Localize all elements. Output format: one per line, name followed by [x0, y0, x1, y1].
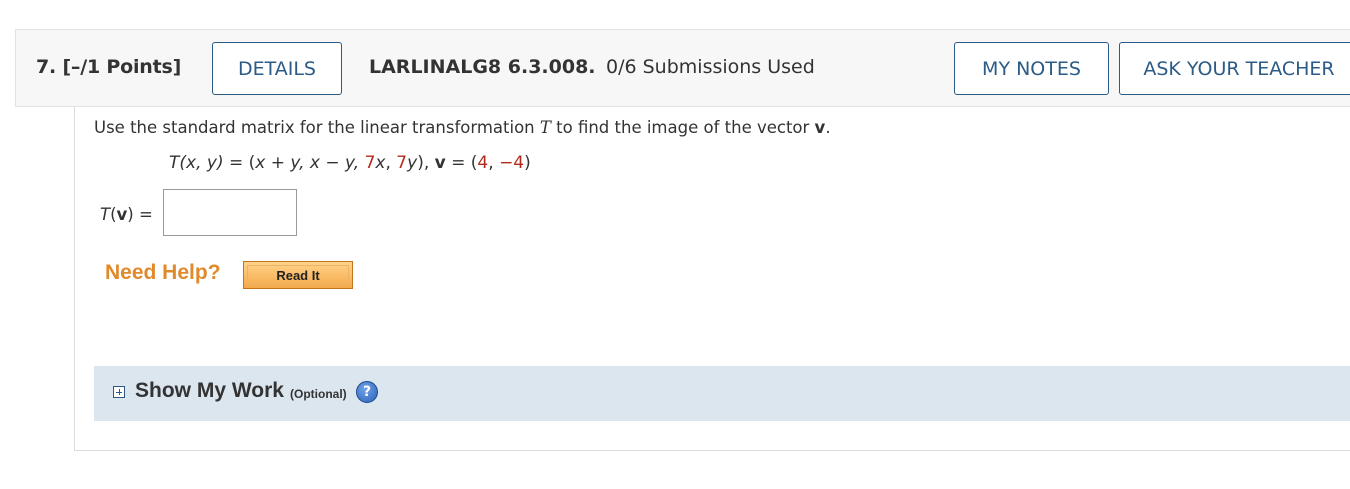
show-my-work-panel: Show My Work (Optional) ?	[94, 366, 1350, 421]
formula-v1: 4	[477, 153, 489, 173]
formula-part1: x + y, x − y,	[255, 153, 365, 173]
answer-label-v: v	[116, 205, 128, 224]
question-number: 7. [–/1 Points]	[36, 56, 182, 78]
expand-plus-icon[interactable]	[113, 386, 125, 398]
question-prompt: Use the standard matrix for the linear t…	[94, 118, 831, 137]
formula-v-equals: = (	[445, 153, 478, 173]
answer-input[interactable]	[163, 189, 297, 236]
answer-label-equals: =	[133, 205, 153, 224]
question-header: 7. [–/1 Points] DETAILS LARLINALG8 6.3.0…	[15, 29, 1350, 107]
read-it-button[interactable]: Read It	[243, 261, 353, 289]
need-help-label: Need Help?	[105, 261, 221, 284]
prompt-end: .	[825, 118, 831, 137]
formula-var2: y	[407, 153, 418, 173]
prompt-v: v	[814, 118, 826, 137]
prompt-T: T	[539, 118, 551, 137]
formula-close: ),	[417, 153, 435, 173]
answer-label-T: T	[100, 205, 111, 224]
formula-v-close: )	[524, 153, 531, 173]
transformation-formula: T(x, y) = (x + y, x − y, 7x, 7y), v = (4…	[169, 153, 531, 173]
formula-equals: = (	[223, 153, 256, 173]
details-button[interactable]: DETAILS	[212, 42, 342, 95]
prompt-text-2: to find the image of the vector	[550, 118, 815, 137]
formula-v2: −4	[499, 153, 525, 173]
formula-coef2: 7	[396, 153, 408, 173]
formula-v: v	[434, 153, 446, 173]
question-body: Use the standard matrix for the linear t…	[74, 107, 1350, 451]
formula-lhs: T(x, y)	[169, 153, 224, 173]
show-my-work-optional: (Optional)	[290, 387, 347, 401]
help-question-icon[interactable]: ?	[356, 381, 378, 403]
question-code: LARLINALG8 6.3.008.	[369, 56, 596, 78]
answer-label: T(v) =	[100, 205, 153, 224]
formula-coef1: 7	[364, 153, 376, 173]
formula-v-sep: ,	[488, 153, 500, 173]
formula-sep: ,	[385, 153, 397, 173]
my-notes-button[interactable]: MY NOTES	[954, 42, 1109, 95]
prompt-text-1: Use the standard matrix for the linear t…	[94, 118, 540, 137]
formula-var1: x	[375, 153, 386, 173]
show-my-work-title[interactable]: Show My Work	[135, 379, 284, 403]
read-it-label: Read It	[276, 267, 320, 283]
ask-teacher-button[interactable]: ASK YOUR TEACHER	[1119, 42, 1350, 95]
question-page: 7. [–/1 Points] DETAILS LARLINALG8 6.3.0…	[0, 0, 1350, 489]
submissions-count: 0/6 Submissions Used	[606, 56, 815, 78]
